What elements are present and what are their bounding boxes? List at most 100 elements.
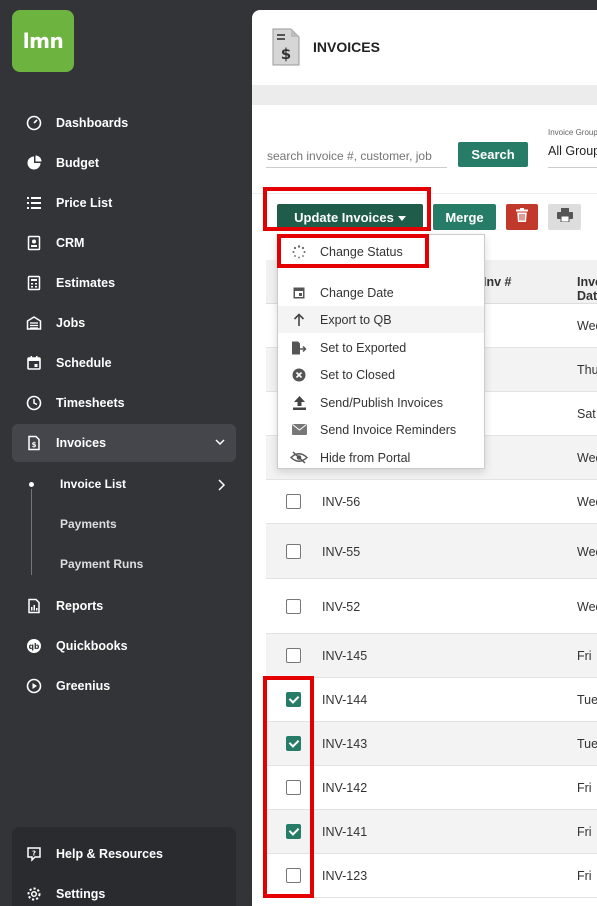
sidebar-item-label: Invoices bbox=[56, 436, 107, 450]
table-row[interactable]: INV-55 Wed bbox=[266, 524, 597, 579]
menu-item-export-to-qb[interactable]: Export to QB bbox=[278, 306, 484, 333]
submenu-payment-runs[interactable]: Payment Runs bbox=[60, 557, 143, 571]
invoice-number[interactable]: INV-145 bbox=[322, 649, 367, 663]
invoice-number[interactable]: INV-142 bbox=[322, 781, 367, 795]
page-title: INVOICES bbox=[313, 39, 380, 55]
report-icon bbox=[12, 598, 56, 614]
close-circle-icon bbox=[278, 368, 320, 382]
sidebar-item-crm[interactable]: CRM bbox=[12, 224, 236, 262]
menu-item-label: Change Date bbox=[320, 285, 394, 300]
merge-button[interactable]: Merge bbox=[433, 204, 496, 230]
sidebar-item-help[interactable]: ? Help & Resources bbox=[12, 835, 236, 873]
invoice-number[interactable]: INV-144 bbox=[322, 693, 367, 707]
sidebar-item-label: Help & Resources bbox=[56, 847, 163, 861]
menu-item-send-publish[interactable]: Send/Publish Invoices bbox=[278, 389, 484, 416]
row-checkbox[interactable] bbox=[286, 648, 301, 663]
sidebar: lmn Dashboards Budget Price List CRM Est… bbox=[0, 0, 250, 906]
sidebar-item-budget[interactable]: Budget bbox=[12, 144, 236, 182]
chevron-down-icon[interactable] bbox=[214, 436, 226, 451]
submenu-payments[interactable]: Payments bbox=[60, 517, 117, 531]
invoice-date: Fri bbox=[577, 649, 592, 663]
sidebar-item-estimates[interactable]: Estimates bbox=[12, 264, 236, 302]
invoice-date: Tue bbox=[577, 693, 597, 707]
table-row[interactable]: INV-52 Wed bbox=[266, 579, 597, 634]
export-file-icon bbox=[278, 341, 320, 355]
quickbooks-icon: qb bbox=[12, 638, 56, 654]
search-input[interactable] bbox=[266, 144, 447, 168]
menu-item-label: Hide from Portal bbox=[320, 450, 411, 465]
invoice-date: Wed bbox=[577, 319, 597, 333]
invoice-date: Fri bbox=[577, 869, 592, 883]
sidebar-item-label: Timesheets bbox=[56, 396, 125, 410]
row-checkbox[interactable] bbox=[286, 599, 301, 614]
highlight-change-status bbox=[277, 234, 429, 268]
sidebar-item-jobs[interactable]: Jobs bbox=[12, 304, 236, 342]
jobs-icon bbox=[12, 315, 56, 331]
print-button[interactable] bbox=[548, 204, 581, 230]
invoice-group-select[interactable]: All Groups bbox=[548, 144, 597, 168]
sidebar-item-reports[interactable]: Reports bbox=[12, 587, 236, 625]
header-inv[interactable]: Inv # bbox=[483, 275, 512, 289]
clock-icon bbox=[12, 395, 56, 411]
sidebar-item-label: Dashboards bbox=[56, 116, 129, 130]
table-row[interactable]: INV-123 Fri bbox=[266, 854, 597, 898]
invoice-group-label: Invoice Group bbox=[548, 128, 597, 137]
pie-chart-icon bbox=[12, 155, 56, 171]
menu-item-label: Send/Publish Invoices bbox=[320, 395, 443, 410]
header-invoice-date[interactable]: Invoice Date bbox=[577, 275, 597, 303]
table-row[interactable]: INV-144 Tue bbox=[266, 678, 597, 722]
row-checkbox[interactable] bbox=[286, 544, 301, 559]
gear-icon bbox=[12, 886, 56, 902]
sidebar-item-price-list[interactable]: Price List bbox=[12, 184, 236, 222]
invoice-number[interactable]: INV-55 bbox=[322, 545, 360, 559]
row-checkbox[interactable] bbox=[286, 494, 301, 509]
lmn-logo[interactable]: lmn bbox=[12, 10, 74, 72]
sidebar-item-label: Greenius bbox=[56, 679, 111, 693]
menu-item-set-to-exported[interactable]: Set to Exported bbox=[278, 334, 484, 361]
menu-item-change-date[interactable]: Change Date bbox=[278, 279, 484, 306]
sidebar-item-label: Jobs bbox=[56, 316, 86, 330]
table-row[interactable]: INV-56 Wed bbox=[266, 480, 597, 524]
submenu-active-dot bbox=[29, 482, 34, 487]
sidebar-item-invoices[interactable]: $ Invoices bbox=[12, 424, 236, 462]
menu-item-set-to-closed[interactable]: Set to Closed bbox=[278, 361, 484, 388]
invoice-date: Tue bbox=[577, 737, 597, 751]
delete-button[interactable] bbox=[506, 204, 538, 230]
logo-text: lmn bbox=[22, 29, 64, 53]
invoice-date: Wed bbox=[577, 495, 597, 509]
menu-item-hide-from-portal[interactable]: Hide from Portal bbox=[278, 444, 484, 471]
table-row[interactable]: INV-141 Fri bbox=[266, 810, 597, 854]
invoice-date: Wed bbox=[577, 545, 597, 559]
table-row[interactable]: INV-143 Tue bbox=[266, 722, 597, 766]
list-icon bbox=[12, 195, 56, 211]
highlight-update-invoices bbox=[263, 187, 431, 231]
sidebar-item-label: Estimates bbox=[56, 276, 116, 290]
sidebar-item-greenius[interactable]: Greenius bbox=[12, 667, 236, 705]
sidebar-item-schedule[interactable]: Schedule bbox=[12, 344, 236, 382]
svg-text:qb: qb bbox=[29, 642, 40, 651]
search-button[interactable]: Search bbox=[458, 142, 528, 167]
invoice-number[interactable]: INV-56 bbox=[322, 495, 360, 509]
sidebar-item-timesheets[interactable]: Timesheets bbox=[12, 384, 236, 422]
contact-card-icon bbox=[12, 235, 56, 251]
menu-item-send-reminders[interactable]: Send Invoice Reminders bbox=[278, 416, 484, 443]
calculator-icon bbox=[12, 275, 56, 291]
arrow-up-icon bbox=[278, 313, 320, 326]
menu-item-label: Set to Exported bbox=[320, 340, 407, 355]
highlight-checked-rows bbox=[263, 676, 314, 898]
table-row[interactable]: INV-142 Fri bbox=[266, 766, 597, 810]
svg-text:?: ? bbox=[32, 850, 36, 858]
sidebar-item-quickbooks[interactable]: qb Quickbooks bbox=[12, 627, 236, 665]
invoice-number[interactable]: INV-52 bbox=[322, 600, 360, 614]
invoice-number[interactable]: INV-123 bbox=[322, 869, 367, 883]
sidebar-item-settings[interactable]: Settings bbox=[12, 875, 236, 906]
invoice-date: Sat bbox=[577, 407, 596, 421]
invoice-number[interactable]: INV-141 bbox=[322, 825, 367, 839]
invoice-number[interactable]: INV-143 bbox=[322, 737, 367, 751]
calendar-icon bbox=[12, 355, 56, 371]
page-header: $ INVOICES bbox=[252, 10, 597, 85]
table-row[interactable]: INV-145 Fri bbox=[266, 634, 597, 678]
chevron-right-icon[interactable] bbox=[217, 478, 227, 497]
sidebar-item-dashboards[interactable]: Dashboards bbox=[12, 104, 236, 142]
submenu-invoice-list[interactable]: Invoice List bbox=[60, 477, 126, 491]
